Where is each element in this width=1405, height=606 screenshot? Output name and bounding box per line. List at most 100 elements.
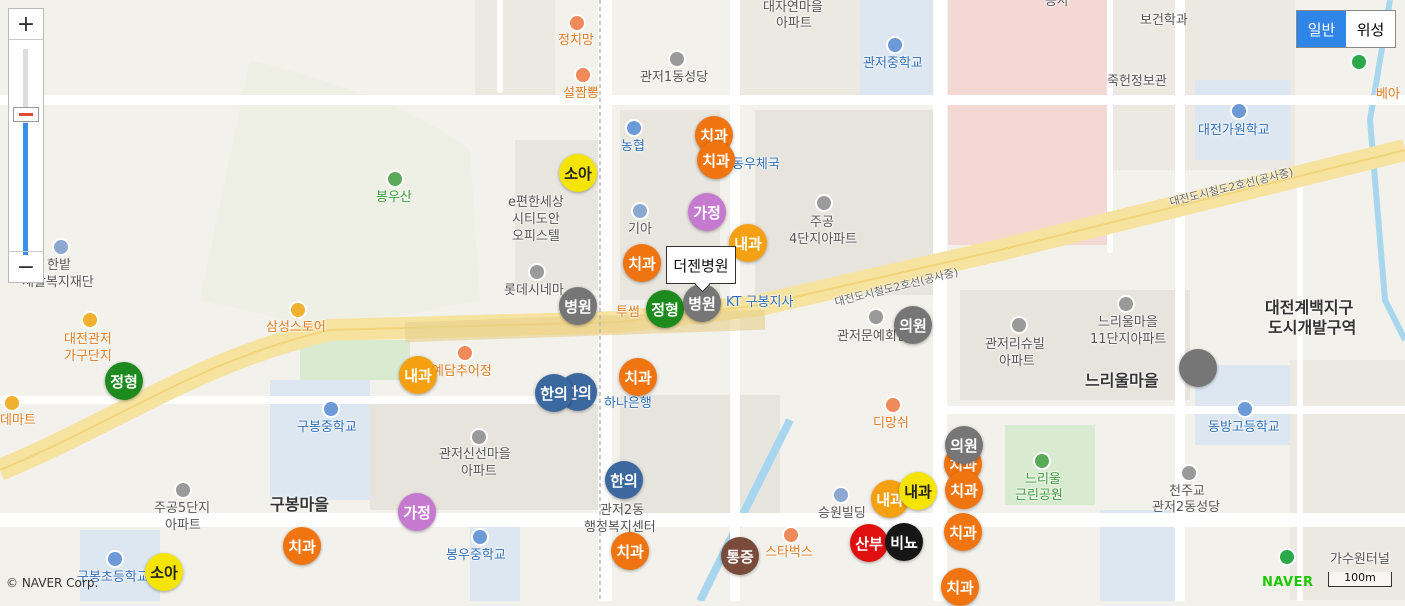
marker-dental[interactable]: 치과 [697, 141, 735, 179]
marker-oriental[interactable]: 한의 [605, 461, 643, 499]
label-riswill-1: 관저리슈빌 [985, 337, 1045, 352]
marker-urology[interactable]: 비뇨 [885, 523, 923, 561]
marker-label: 소아 [564, 164, 592, 183]
restaurant-icon[interactable] [570, 16, 584, 30]
marker-dental[interactable]: 치과 [623, 244, 661, 282]
marker-label: 치과 [288, 537, 316, 556]
map-type-satellite-button[interactable]: 위성 [1346, 11, 1395, 47]
map-type-normal-button[interactable]: 일반 [1297, 11, 1346, 47]
map-block [1195, 80, 1290, 160]
marker-label: 내과 [404, 366, 432, 385]
school-icon[interactable] [888, 38, 902, 52]
marker-oriental[interactable]: 한의 [535, 374, 573, 412]
map-block [620, 395, 780, 515]
marker-label: 치과 [624, 368, 652, 387]
bank-icon[interactable] [627, 121, 641, 135]
cinema-icon[interactable] [530, 265, 544, 279]
label-jugong4-1: 주공 [810, 215, 834, 230]
school-icon[interactable] [1232, 104, 1246, 118]
car-icon[interactable] [633, 204, 647, 218]
school-icon[interactable] [473, 530, 487, 544]
shopping-icon[interactable] [5, 396, 19, 410]
restaurant-icon[interactable] [458, 346, 472, 360]
label-seungwon: 승원빌딩 [818, 506, 866, 521]
marker-dental[interactable]: 치과 [945, 471, 983, 509]
marker-clinic[interactable]: 의원 [945, 426, 983, 464]
school-icon[interactable] [108, 552, 122, 566]
school-icon[interactable] [1238, 402, 1252, 416]
apartment-icon[interactable] [472, 430, 486, 444]
label-riswill-2: 아파트 [999, 354, 1035, 369]
marker-label: 통증 [726, 547, 754, 566]
label-epyeonhan-1: e편한세상 [508, 195, 564, 210]
label-emart: 데마트 [0, 413, 36, 428]
label-tuseom: 투썸 [616, 305, 640, 320]
marker-clinic[interactable]: 의원 [894, 306, 932, 344]
label-neuriul-park-2: 근린공원 [1015, 488, 1063, 503]
mountain-icon[interactable] [388, 172, 402, 186]
marker-dental[interactable]: 치과 [941, 568, 979, 606]
label-neuriul11-2: 11단지아파트 [1090, 332, 1167, 347]
marker-dental[interactable]: 치과 [944, 513, 982, 551]
marker-hospital[interactable]: 병원 [559, 287, 597, 325]
naver-logo[interactable]: NAVER [1262, 575, 1314, 590]
tunnel-icon[interactable] [1280, 550, 1294, 564]
marker-label: 병원 [688, 294, 716, 313]
zoom-level-bar [23, 123, 28, 255]
label-jugong5-2: 아파트 [165, 518, 201, 533]
label-gubong-village: 구봉마을 [270, 495, 329, 514]
marker-label: 병원 [564, 297, 592, 316]
label-samsung-store: 삼성스토어 [266, 320, 326, 335]
label-bongu-middle: 봉우중학교 [446, 548, 506, 563]
apartment-icon[interactable] [1012, 318, 1026, 332]
marker-label: 소아 [150, 563, 178, 582]
building-icon[interactable] [54, 240, 68, 254]
zoom-in-button[interactable]: + [9, 9, 43, 40]
marker-label: 정형 [651, 300, 679, 319]
direction-icon[interactable] [1352, 55, 1366, 69]
church-icon[interactable] [670, 52, 684, 66]
marker-dental[interactable]: 치과 [283, 527, 321, 565]
label-seoljjamppong: 설짬뽕 [563, 86, 599, 101]
zoom-handle[interactable] [13, 107, 39, 122]
shopping-icon[interactable] [291, 303, 305, 317]
marker-label: 내과 [904, 482, 932, 501]
marker-orthopedics[interactable]: 정형 [105, 362, 143, 400]
label-beta: 베아 [1376, 87, 1400, 102]
marker-pediatrics[interactable]: 소아 [145, 553, 183, 591]
label-epyeonhan-3: 오피스텔 [512, 229, 560, 244]
marker-pain[interactable]: 통증 [721, 537, 759, 575]
marker-family[interactable]: 가정 [398, 493, 436, 531]
label-jukheon: 죽헌정보관 [1107, 74, 1167, 89]
shopping-icon[interactable] [83, 313, 97, 327]
apartment-icon[interactable] [176, 483, 190, 497]
church-icon[interactable] [1182, 466, 1196, 480]
marker-family[interactable]: 가정 [688, 193, 726, 231]
label-nonghyup: 농협 [621, 139, 645, 154]
marker-cluster[interactable] [1179, 349, 1217, 387]
marker-obstetrics[interactable]: 산부 [850, 524, 888, 562]
marker-label: 치과 [946, 578, 974, 597]
marker-dental[interactable]: 치과 [611, 532, 649, 570]
label-epyeonhan-2: 시티도안 [512, 212, 560, 227]
marker-orthopedics[interactable]: 정형 [646, 290, 684, 328]
apartment-icon[interactable] [1119, 297, 1133, 311]
zoom-out-button[interactable]: − [9, 251, 43, 282]
marker-label: 치과 [616, 542, 644, 561]
marker-dental[interactable]: 치과 [619, 358, 657, 396]
apartment-icon[interactable] [817, 196, 831, 210]
school-icon[interactable] [324, 402, 338, 416]
theater-icon[interactable] [869, 310, 883, 324]
building-icon[interactable] [834, 488, 848, 502]
restaurant-icon[interactable] [886, 398, 900, 412]
label-bogeon: 보건학과 [1140, 13, 1188, 28]
label-jugong5-1: 주공5단지 [154, 501, 211, 516]
marker-internal[interactable]: 내과 [899, 472, 937, 510]
park-icon[interactable] [1035, 454, 1049, 468]
label-kt: KT 구봉지사 [726, 295, 794, 310]
marker-internal[interactable]: 내과 [399, 356, 437, 394]
marker-pediatrics[interactable]: 소아 [559, 154, 597, 192]
cafe-icon[interactable] [784, 528, 798, 542]
marker-label: 치과 [628, 254, 656, 273]
restaurant-icon[interactable] [576, 68, 590, 82]
